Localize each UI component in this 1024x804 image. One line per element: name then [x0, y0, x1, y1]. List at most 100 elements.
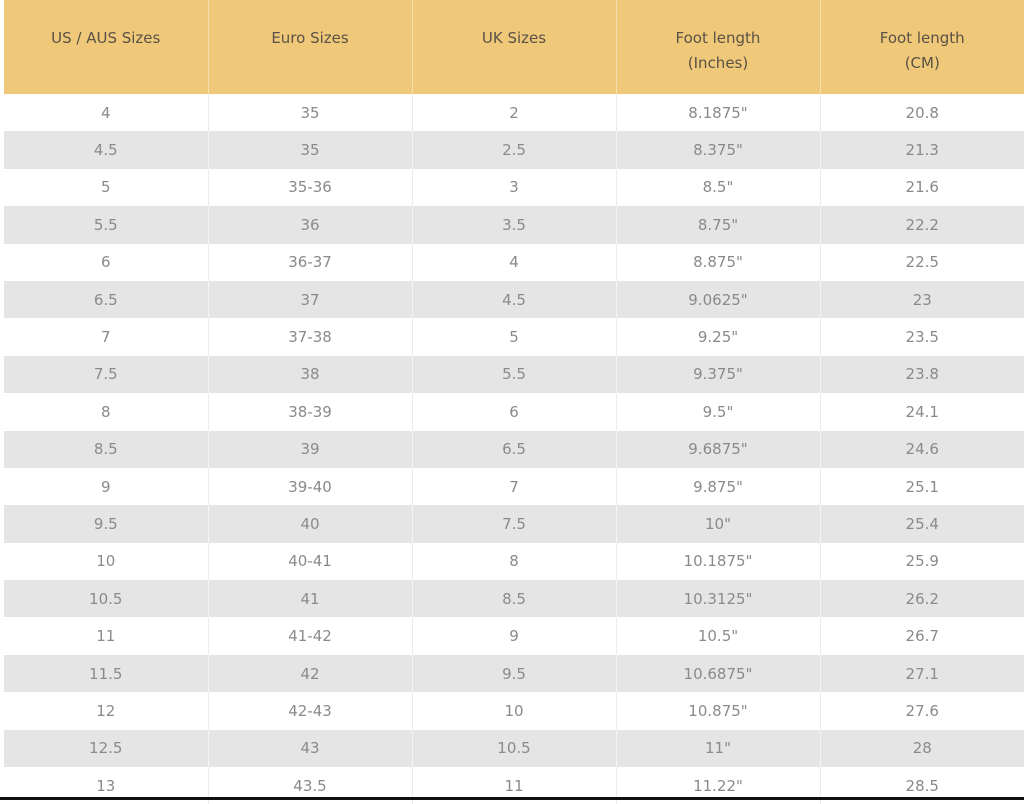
- cell-foot-length-cm: 25.1: [820, 468, 1024, 505]
- table-row: 1242-431010.875"27.6: [4, 692, 1024, 729]
- cell-foot-length-cm: 21.6: [820, 169, 1024, 206]
- cell-uk-size: 8.5: [412, 580, 616, 617]
- table-row: 9.5407.510"25.4: [4, 505, 1024, 542]
- cell-uk-size: 3: [412, 169, 616, 206]
- header-label: Foot length: [821, 26, 1024, 51]
- cell-us-aus-size: 10: [4, 543, 208, 580]
- table-row: 5.5363.58.75"22.2: [4, 206, 1024, 243]
- table-header: US / AUS Sizes Euro Sizes UK Sizes Foot …: [4, 0, 1024, 94]
- cell-foot-length-cm: 22.5: [820, 244, 1024, 281]
- cell-uk-size: 4.5: [412, 281, 616, 318]
- table-row: 7.5385.59.375"23.8: [4, 356, 1024, 393]
- table-row: 12.54310.511"28: [4, 730, 1024, 767]
- cell-us-aus-size: 5: [4, 169, 208, 206]
- cell-foot-length-inches: 8.875": [616, 244, 820, 281]
- cell-us-aus-size: 6: [4, 244, 208, 281]
- cell-foot-length-cm: 24.1: [820, 393, 1024, 430]
- cell-foot-length-inches: 8.1875": [616, 94, 820, 131]
- cell-foot-length-inches: 8.375": [616, 131, 820, 168]
- cell-foot-length-inches: 9.25": [616, 318, 820, 355]
- cell-euro-size: 43: [208, 730, 412, 767]
- cell-foot-length-inches: 10.6875": [616, 655, 820, 692]
- cell-foot-length-inches: 10.1875": [616, 543, 820, 580]
- cell-us-aus-size: 8.5: [4, 431, 208, 468]
- cell-foot-length-inches: 9.375": [616, 356, 820, 393]
- cell-euro-size: 36: [208, 206, 412, 243]
- size-chart-table: US / AUS Sizes Euro Sizes UK Sizes Foot …: [4, 0, 1024, 804]
- table-row: 11.5429.510.6875"27.1: [4, 655, 1024, 692]
- table-row: 939-4079.875"25.1: [4, 468, 1024, 505]
- table-body: 43528.1875"20.84.5352.58.375"21.3535-363…: [4, 94, 1024, 804]
- cell-us-aus-size: 7: [4, 318, 208, 355]
- cell-euro-size: 41-42: [208, 617, 412, 654]
- header-unit: (Inches): [617, 51, 820, 76]
- cell-foot-length-cm: 26.7: [820, 617, 1024, 654]
- cell-euro-size: 42: [208, 655, 412, 692]
- table-row: 1141-42910.5"26.7: [4, 617, 1024, 654]
- cell-euro-size: 39-40: [208, 468, 412, 505]
- cell-foot-length-cm: 23.5: [820, 318, 1024, 355]
- cell-uk-size: 6.5: [412, 431, 616, 468]
- cell-euro-size: 38-39: [208, 393, 412, 430]
- cell-foot-length-cm: 25.9: [820, 543, 1024, 580]
- cell-uk-size: 6: [412, 393, 616, 430]
- cell-foot-length-inches: 9.0625": [616, 281, 820, 318]
- cell-us-aus-size: 6.5: [4, 281, 208, 318]
- table-row: 8.5396.59.6875"24.6: [4, 431, 1024, 468]
- cell-foot-length-cm: 24.6: [820, 431, 1024, 468]
- header-label: UK Sizes: [413, 26, 616, 51]
- cell-foot-length-inches: 9.5": [616, 393, 820, 430]
- cell-uk-size: 3.5: [412, 206, 616, 243]
- cell-foot-length-inches: 10.3125": [616, 580, 820, 617]
- cell-us-aus-size: 11: [4, 617, 208, 654]
- cell-foot-length-cm: 23.8: [820, 356, 1024, 393]
- cell-us-aus-size: 9.5: [4, 505, 208, 542]
- cell-us-aus-size: 7.5: [4, 356, 208, 393]
- cell-uk-size: 9: [412, 617, 616, 654]
- cell-foot-length-inches: 11": [616, 730, 820, 767]
- cell-us-aus-size: 12: [4, 692, 208, 729]
- table-row: 737-3859.25"23.5: [4, 318, 1024, 355]
- cell-foot-length-inches: 9.6875": [616, 431, 820, 468]
- cell-uk-size: 7.5: [412, 505, 616, 542]
- table-row: 10.5418.510.3125"26.2: [4, 580, 1024, 617]
- header-label: Foot length: [617, 26, 820, 51]
- table-row: 636-3748.875"22.5: [4, 244, 1024, 281]
- cell-foot-length-inches: 8.75": [616, 206, 820, 243]
- cell-us-aus-size: 5.5: [4, 206, 208, 243]
- cell-us-aus-size: 11.5: [4, 655, 208, 692]
- header-row: US / AUS Sizes Euro Sizes UK Sizes Foot …: [4, 0, 1024, 94]
- cell-euro-size: 42-43: [208, 692, 412, 729]
- cell-us-aus-size: 10.5: [4, 580, 208, 617]
- cell-us-aus-size: 4: [4, 94, 208, 131]
- cell-us-aus-size: 9: [4, 468, 208, 505]
- table-row: 1040-41810.1875"25.9: [4, 543, 1024, 580]
- cell-euro-size: 37-38: [208, 318, 412, 355]
- cell-euro-size: 38: [208, 356, 412, 393]
- cell-foot-length-cm: 21.3: [820, 131, 1024, 168]
- header-label: US / AUS Sizes: [4, 26, 208, 51]
- cell-uk-size: 2.5: [412, 131, 616, 168]
- table-row: 43528.1875"20.8: [4, 94, 1024, 131]
- cell-euro-size: 40: [208, 505, 412, 542]
- cell-us-aus-size: 12.5: [4, 730, 208, 767]
- cell-foot-length-cm: 20.8: [820, 94, 1024, 131]
- cell-foot-length-cm: 27.1: [820, 655, 1024, 692]
- cell-us-aus-size: 8: [4, 393, 208, 430]
- cell-euro-size: 40-41: [208, 543, 412, 580]
- header-foot-length-cm: Foot length (CM): [820, 0, 1024, 94]
- cell-foot-length-cm: 27.6: [820, 692, 1024, 729]
- cell-foot-length-inches: 9.875": [616, 468, 820, 505]
- cell-us-aus-size: 4.5: [4, 131, 208, 168]
- cell-foot-length-inches: 8.5": [616, 169, 820, 206]
- table-row: 838-3969.5"24.1: [4, 393, 1024, 430]
- cell-uk-size: 7: [412, 468, 616, 505]
- cell-euro-size: 41: [208, 580, 412, 617]
- cell-foot-length-cm: 28: [820, 730, 1024, 767]
- header-foot-length-inches: Foot length (Inches): [616, 0, 820, 94]
- cell-uk-size: 9.5: [412, 655, 616, 692]
- cell-foot-length-cm: 22.2: [820, 206, 1024, 243]
- table-row: 535-3638.5"21.6: [4, 169, 1024, 206]
- cell-euro-size: 36-37: [208, 244, 412, 281]
- cell-uk-size: 8: [412, 543, 616, 580]
